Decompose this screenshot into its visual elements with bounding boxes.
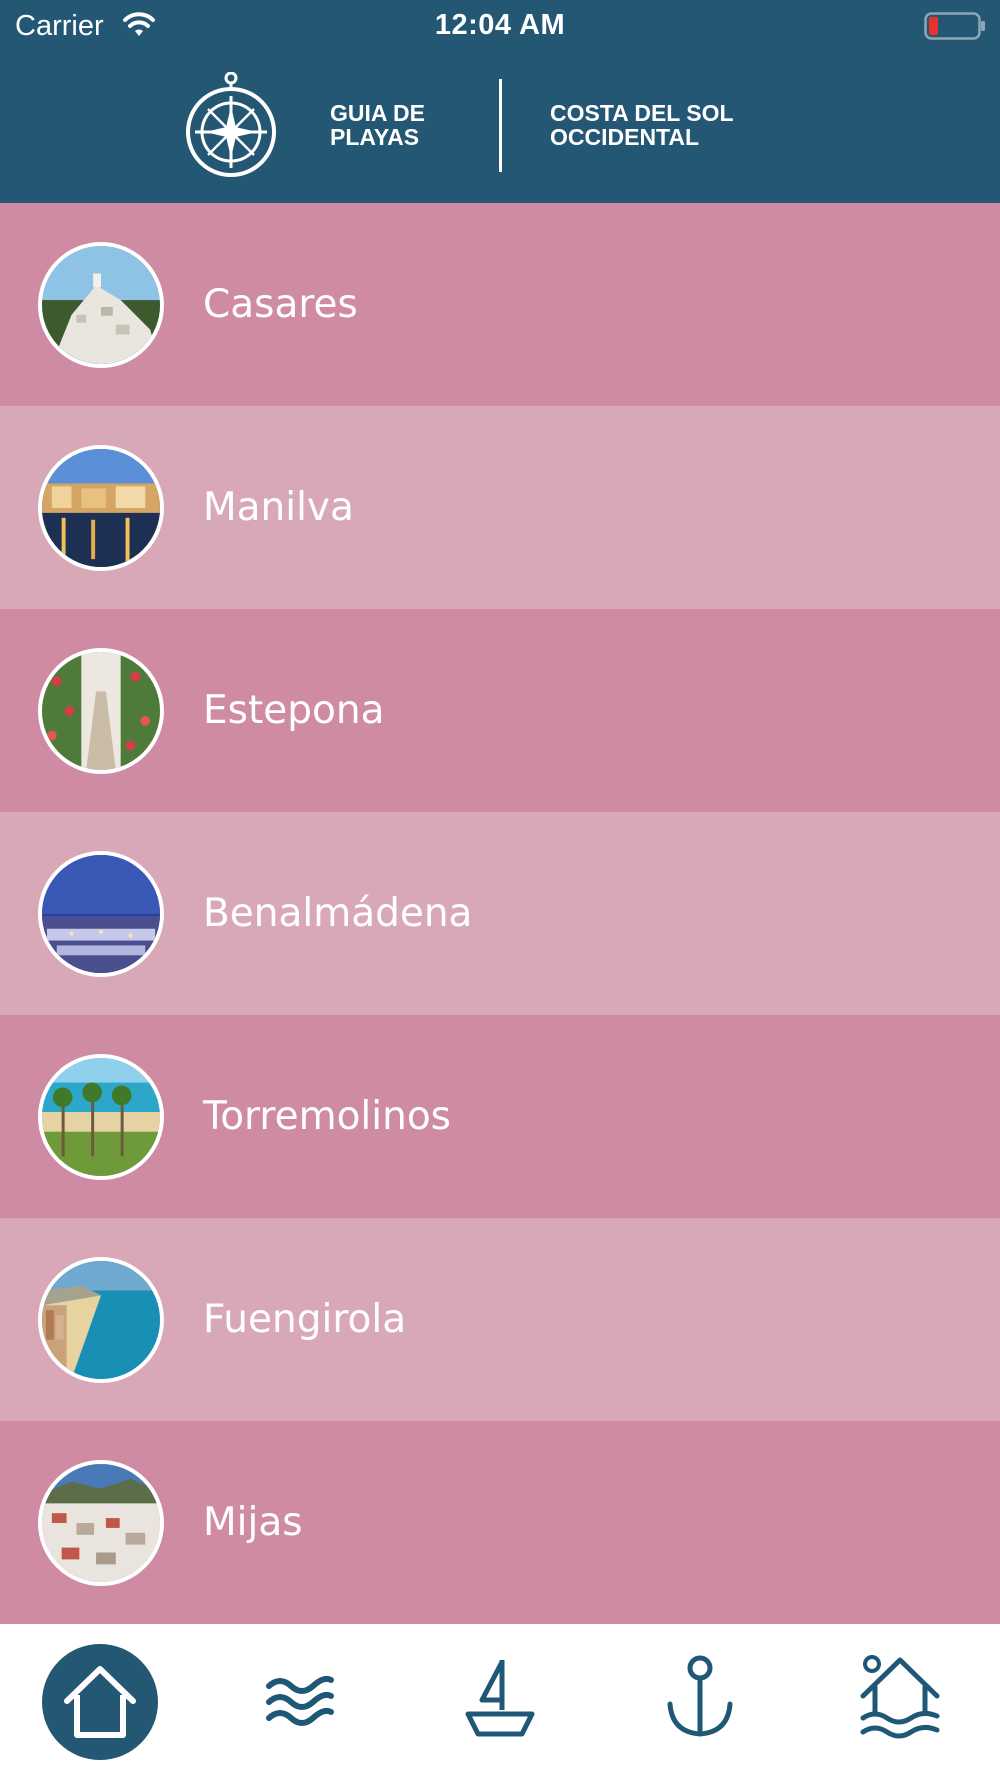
- town-name: Manilva: [203, 485, 354, 530]
- town-name: Mijas: [203, 1500, 303, 1545]
- tab-beaches[interactable]: [200, 1624, 400, 1778]
- header-divider: [499, 79, 502, 172]
- app-title: GUIA DE PLAYAS: [330, 101, 425, 149]
- waves-icon: [266, 1675, 334, 1726]
- town-photo-casares: [38, 242, 164, 368]
- beach-house-icon: [860, 1655, 940, 1739]
- sailboat-icon: [465, 1660, 535, 1737]
- brand-bar: GUIA DE PLAYAS COSTA DEL SOL OCCIDENTAL: [0, 70, 1000, 180]
- anchor-icon: [667, 1655, 733, 1737]
- town-list: Casares Manilva Estepona Benalmádena Tor…: [0, 203, 1000, 1624]
- town-photo-manilva: [38, 445, 164, 571]
- tab-accommodation[interactable]: [800, 1624, 1000, 1778]
- tab-ports[interactable]: [600, 1624, 800, 1778]
- app-title-line2: PLAYAS: [330, 124, 420, 150]
- region-title-line1: COSTA DEL SOL: [550, 100, 734, 126]
- status-time: 12:04 AM: [434, 9, 566, 41]
- town-row-torremolinos[interactable]: Torremolinos: [0, 1015, 1000, 1218]
- region-title: COSTA DEL SOL OCCIDENTAL: [550, 101, 734, 149]
- town-row-estepona[interactable]: Estepona: [0, 609, 1000, 812]
- town-photo-fuengirola: [38, 1257, 164, 1383]
- town-name: Fuengirola: [203, 1297, 407, 1342]
- town-name: Torremolinos: [203, 1094, 451, 1139]
- town-row-benalmadena[interactable]: Benalmádena: [0, 812, 1000, 1015]
- town-name: Estepona: [203, 688, 385, 733]
- town-photo-torremolinos: [38, 1054, 164, 1180]
- tab-nautical[interactable]: [400, 1624, 600, 1778]
- tab-home[interactable]: [0, 1624, 200, 1778]
- town-row-casares[interactable]: Casares: [0, 203, 1000, 406]
- town-row-manilva[interactable]: Manilva: [0, 406, 1000, 609]
- town-row-fuengirola[interactable]: Fuengirola: [0, 1218, 1000, 1421]
- town-photo-estepona: [38, 648, 164, 774]
- battery-icon: [924, 12, 985, 40]
- compass-logo-icon: [186, 72, 276, 177]
- app-header: Carrier 12:04 AM GUIA DE PLAYAS COSTA DE…: [0, 0, 1000, 203]
- region-title-line2: OCCIDENTAL: [550, 124, 700, 150]
- status-bar: Carrier 12:04 AM: [0, 0, 1000, 52]
- tab-bar: [0, 1624, 1000, 1778]
- town-photo-mijas: [38, 1460, 164, 1586]
- home-icon: [64, 1666, 136, 1738]
- town-photo-benalmadena: [38, 851, 164, 977]
- town-name: Casares: [203, 282, 358, 327]
- town-name: Benalmádena: [203, 891, 473, 936]
- town-row-mijas[interactable]: Mijas: [0, 1421, 1000, 1624]
- app-title-line1: GUIA DE: [330, 100, 425, 126]
